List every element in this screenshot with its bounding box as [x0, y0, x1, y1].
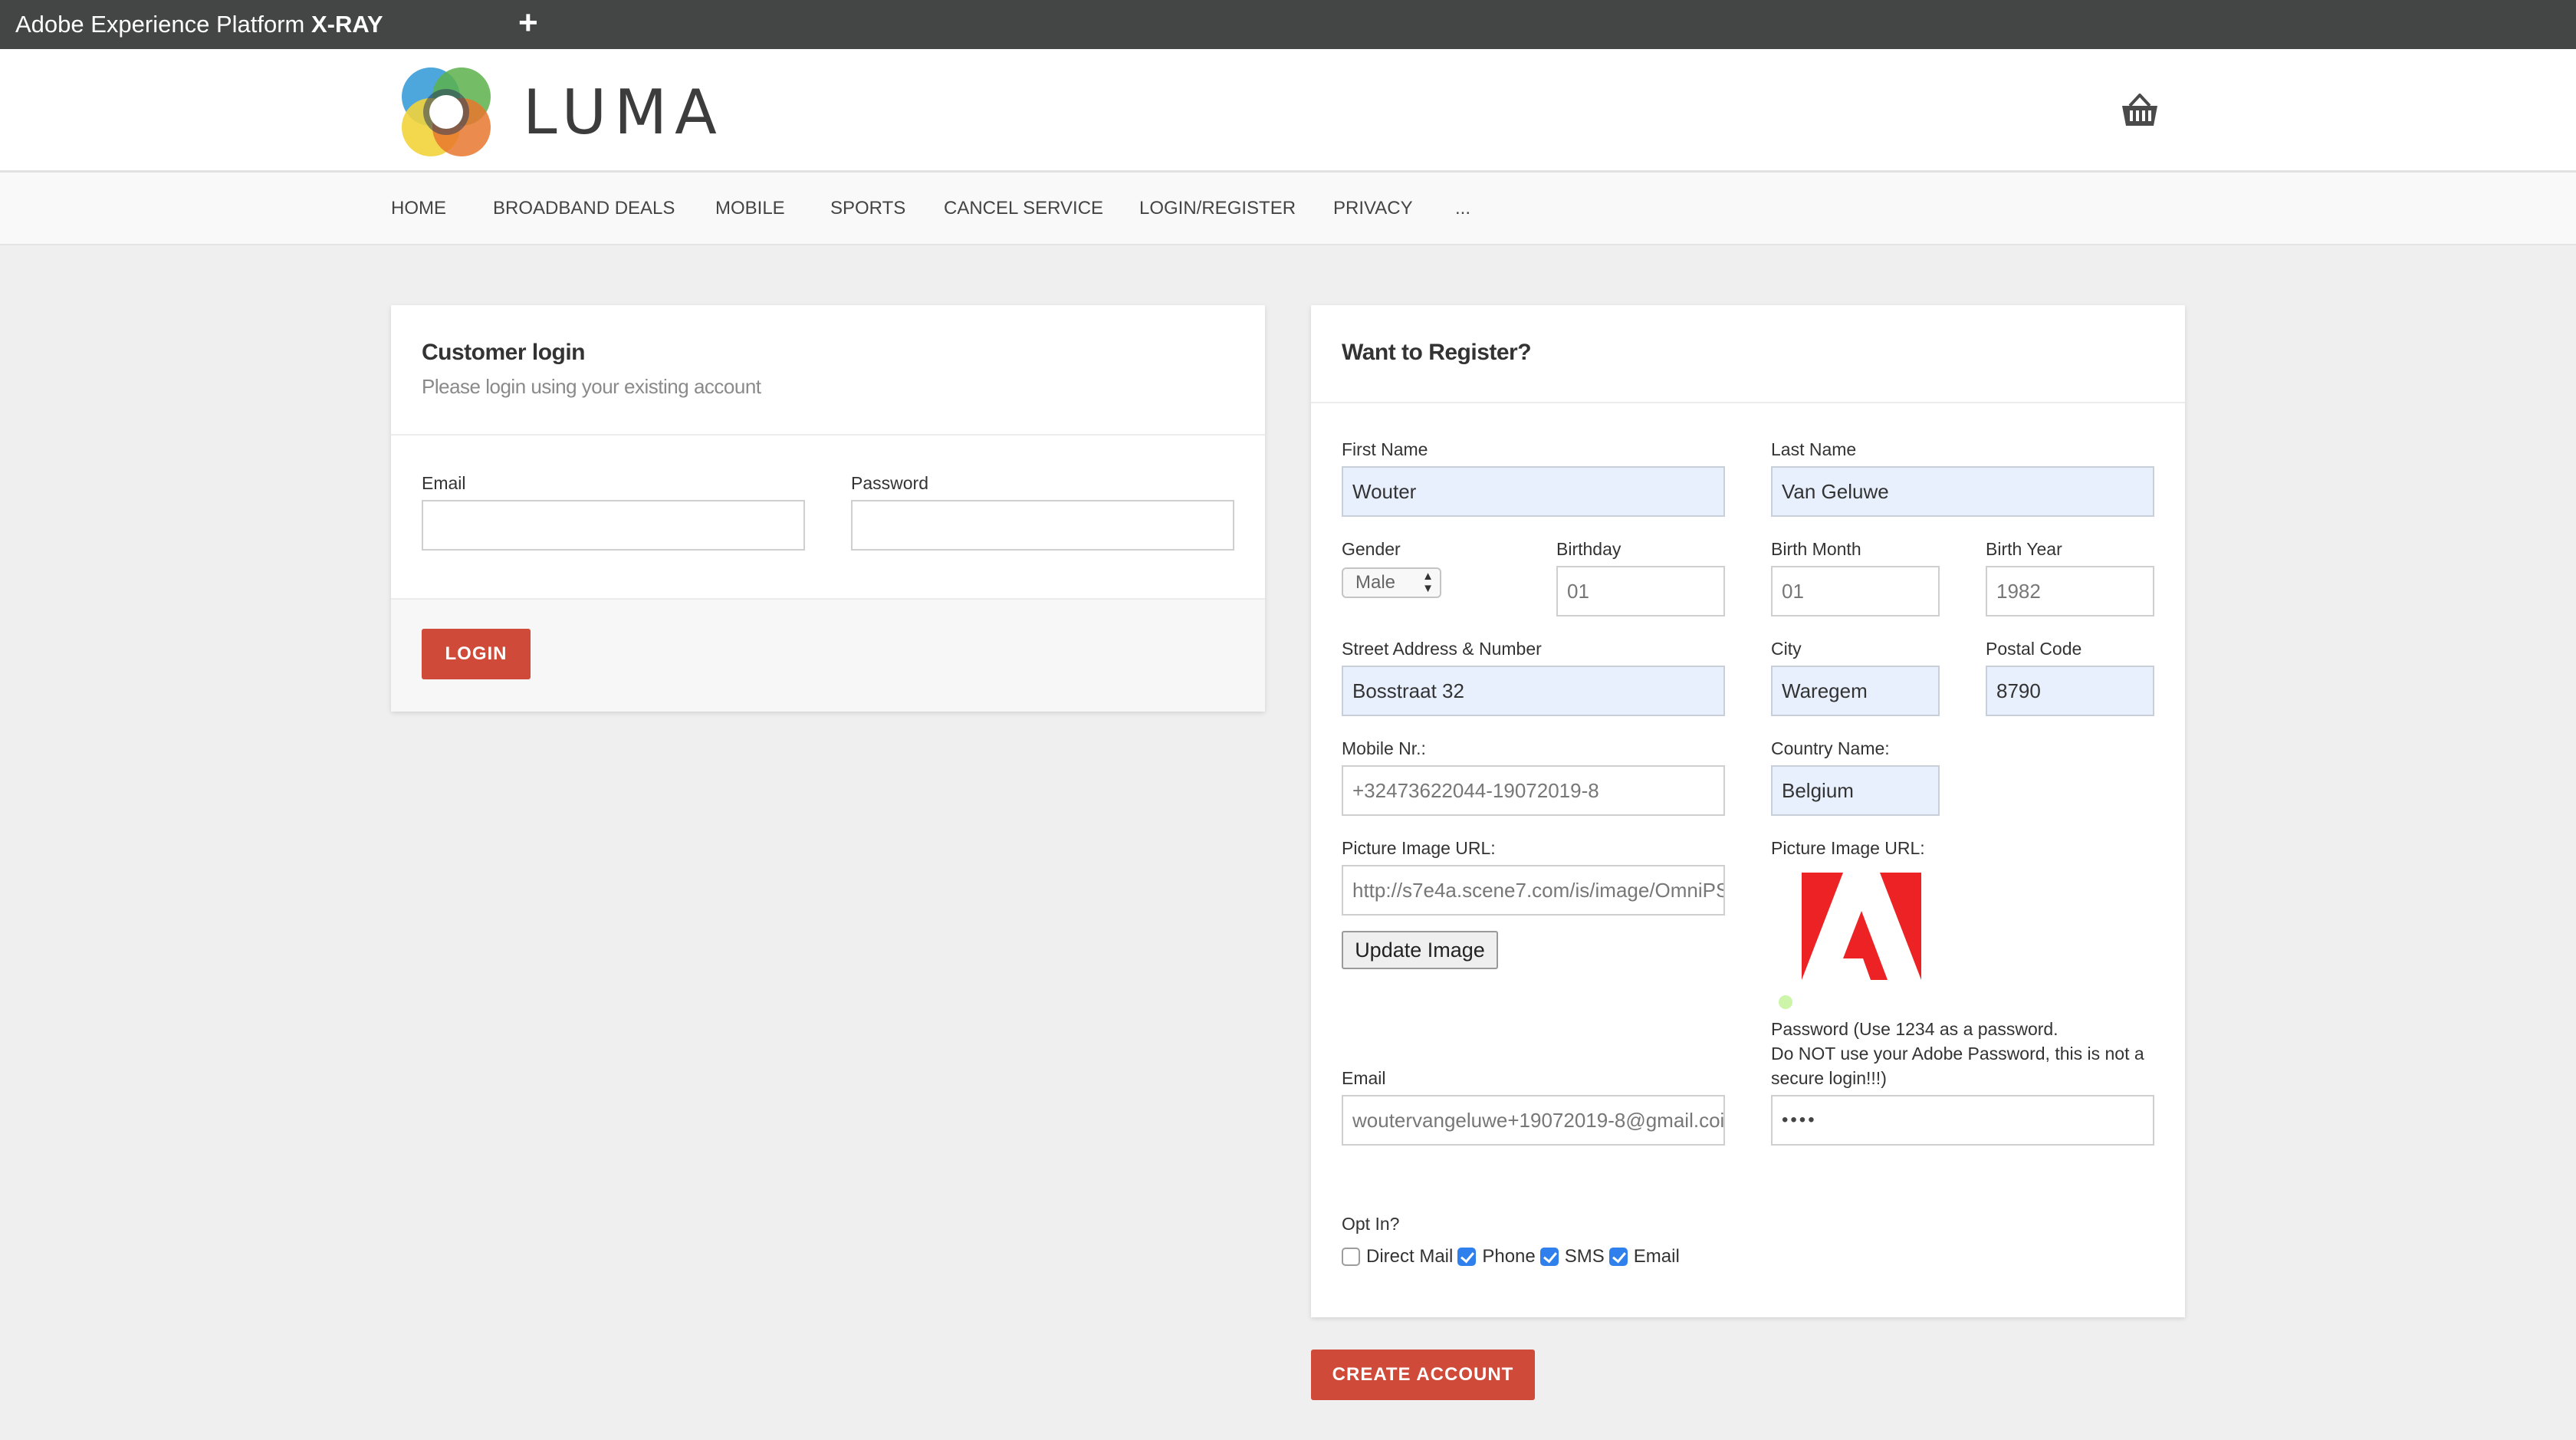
city-label: City	[1771, 639, 1802, 659]
xray-title-regular: Adobe Experience Platform	[15, 11, 305, 38]
opt-in-sms-checkbox[interactable]	[1539, 1248, 1559, 1266]
picture-url-input[interactable]: http://s7e4a.scene7.com/is/image/OmniPS	[1342, 865, 1725, 916]
first-name-input[interactable]: Wouter	[1342, 466, 1725, 517]
main-nav: HOME BROADBAND DEALS MOBILE SPORTS CANCE…	[0, 173, 2576, 245]
opt-in-direct-mail-checkbox[interactable]	[1342, 1248, 1360, 1266]
postal-code-label: Postal Code	[1986, 639, 2082, 659]
gender-select[interactable]: Male ▲ ▼	[1342, 567, 1441, 598]
nav-mobile[interactable]: MOBILE	[715, 197, 785, 220]
postal-code-input[interactable]: 8790	[1986, 666, 2154, 716]
country-input[interactable]: Belgium	[1771, 765, 1940, 816]
site-header: LUMA	[0, 49, 2576, 173]
login-password-label: Password	[851, 473, 928, 493]
birth-year-label: Birth Year	[1986, 539, 2062, 559]
register-panel-header: Want to Register?	[1311, 305, 2185, 403]
password-note-line-1: Password (Use 1234 as a password.	[1771, 1019, 2058, 1039]
login-password-input[interactable]	[851, 500, 1234, 551]
xray-title-bold: X-RAY	[311, 11, 383, 38]
nav-privacy[interactable]: PRIVACY	[1333, 197, 1413, 220]
nav-login-register[interactable]: LOGIN/REGISTER	[1139, 197, 1296, 220]
xray-title: Adobe Experience Platform X-RAY	[15, 11, 383, 38]
status-dot	[1779, 995, 1792, 1009]
opt-in-direct-mail-label: Direct Mail	[1366, 1246, 1454, 1267]
street-input[interactable]: Bosstraat 32	[1342, 666, 1725, 716]
register-email-input[interactable]: woutervangeluwe+19072019-8@gmail.coi	[1342, 1095, 1725, 1146]
birthday-label: Birthday	[1556, 539, 1622, 559]
last-name-label: Last Name	[1771, 439, 1857, 459]
picture-url-label: Picture Image URL:	[1342, 838, 1496, 858]
register-password-input[interactable]: ••••	[1771, 1095, 2154, 1146]
nav-more[interactable]: ...	[1455, 197, 1470, 220]
opt-in-sms-label: SMS	[1564, 1246, 1605, 1267]
xray-toolbar: Adobe Experience Platform X-RAY +	[0, 0, 2576, 49]
gender-label: Gender	[1342, 539, 1401, 559]
picture-preview-label: Picture Image URL:	[1771, 838, 1925, 858]
password-note-line-3: secure login!!!)	[1771, 1068, 1887, 1088]
password-note-line-2: Do NOT use your Adobe Password, this is …	[1771, 1044, 2144, 1064]
login-title: Customer login	[422, 340, 586, 365]
login-email-label: Email	[422, 473, 466, 493]
country-label: Country Name:	[1771, 738, 1890, 758]
update-image-button[interactable]: Update Image	[1342, 931, 1498, 969]
new-tab-button[interactable]: +	[518, 5, 538, 41]
birth-month-label: Birth Month	[1771, 539, 1861, 559]
create-account-button[interactable]: CREATE ACCOUNT	[1311, 1350, 1535, 1400]
first-name-label: First Name	[1342, 439, 1428, 459]
opt-in-phone-checkbox[interactable]	[1457, 1248, 1477, 1266]
adobe-logo-image	[1802, 873, 1921, 980]
city-input[interactable]: Waregem	[1771, 666, 1940, 716]
login-panel-header: Customer login Please login using your e…	[391, 305, 1265, 436]
mobile-label: Mobile Nr.:	[1342, 738, 1426, 758]
mobile-input[interactable]: +32473622044-19072019-8	[1342, 765, 1725, 816]
last-name-input[interactable]: Van Geluwe	[1771, 466, 2154, 517]
login-panel-footer: LOGIN	[391, 598, 1265, 712]
gender-selected-value: Male	[1355, 572, 1396, 593]
opt-in-label: Opt In?	[1342, 1214, 1400, 1234]
register-title: Want to Register?	[1342, 340, 1532, 365]
birthday-input[interactable]: 01	[1556, 566, 1725, 616]
nav-cancel-service[interactable]: CANCEL SERVICE	[944, 197, 1103, 220]
brand-name: LUMA	[523, 77, 724, 148]
login-button[interactable]: LOGIN	[422, 629, 531, 679]
birth-month-input[interactable]: 01	[1771, 566, 1940, 616]
login-email-input[interactable]	[422, 500, 805, 551]
street-label: Street Address & Number	[1342, 639, 1542, 659]
nav-broadband-deals[interactable]: BROADBAND DEALS	[493, 197, 675, 220]
nav-home[interactable]: HOME	[391, 197, 446, 220]
opt-in-options: Direct Mail Phone SMS Email	[1342, 1245, 1684, 1268]
luma-logo[interactable]	[397, 63, 495, 161]
login-subtitle: Please login using your existing account	[422, 375, 761, 398]
register-panel: Want to Register? First Name Wouter Last…	[1311, 305, 2185, 1317]
nav-sports[interactable]: SPORTS	[830, 197, 905, 220]
opt-in-email-label: Email	[1633, 1246, 1680, 1267]
customer-login-panel: Customer login Please login using your e…	[391, 305, 1265, 712]
opt-in-phone-label: Phone	[1482, 1246, 1536, 1267]
opt-in-email-checkbox[interactable]	[1608, 1248, 1628, 1266]
select-arrows-icon: ▲ ▼	[1422, 570, 1434, 595]
register-email-label: Email	[1342, 1068, 1386, 1088]
birth-year-input[interactable]: 1982	[1986, 566, 2154, 616]
basket-icon[interactable]	[2119, 89, 2160, 130]
